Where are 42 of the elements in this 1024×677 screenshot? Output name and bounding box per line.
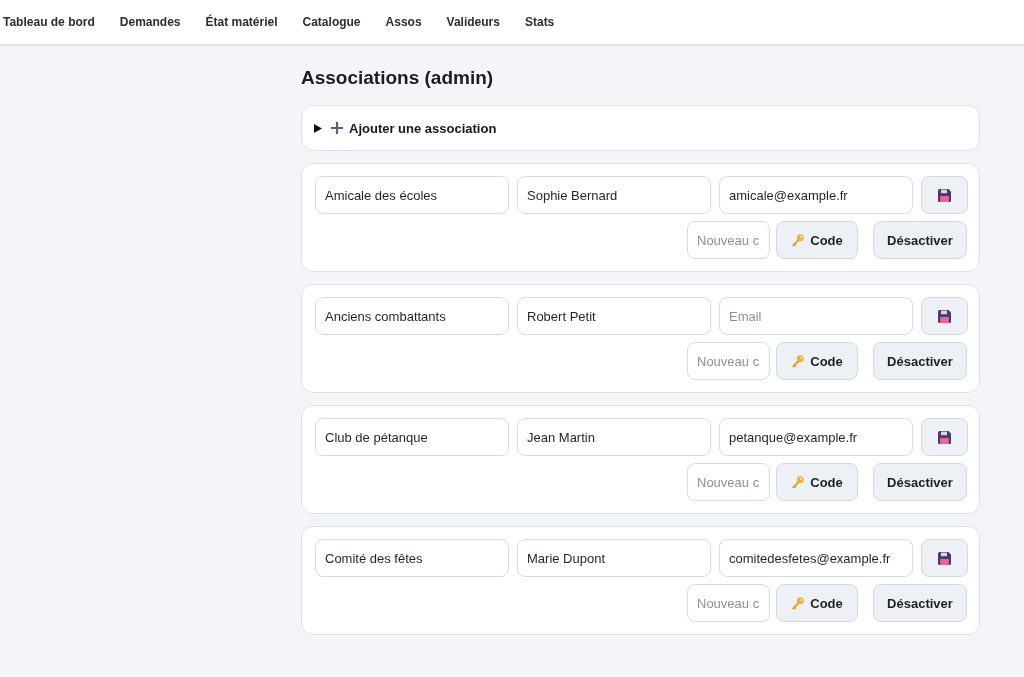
- plus-icon: [331, 122, 343, 134]
- deactivate-button[interactable]: Désactiver: [873, 463, 967, 501]
- key-icon: [791, 475, 805, 489]
- key-icon: [791, 233, 805, 247]
- page-title: Associations (admin): [301, 66, 495, 90]
- save-button[interactable]: [921, 297, 968, 335]
- save-button[interactable]: [921, 539, 968, 577]
- email-field[interactable]: amicale@example.fr: [719, 176, 913, 214]
- key-icon: [791, 354, 805, 368]
- code-field[interactable]: Nouveau c: [687, 342, 770, 380]
- deactivate-button[interactable]: Désactiver: [873, 221, 967, 259]
- nav-link[interactable]: Stats: [524, 15, 555, 29]
- contact-field[interactable]: Robert Petit: [517, 297, 711, 335]
- email-field[interactable]: Email: [719, 297, 913, 335]
- code-field[interactable]: Nouveau c: [687, 221, 770, 259]
- contact-field[interactable]: Jean Martin: [517, 418, 711, 456]
- key-icon: [791, 596, 805, 610]
- code-field[interactable]: Nouveau c: [687, 584, 770, 622]
- nav-link[interactable]: Demandes: [119, 15, 181, 29]
- name-field[interactable]: Amicale des écoles: [315, 176, 509, 214]
- email-field[interactable]: petanque@example.fr: [719, 418, 913, 456]
- code-button[interactable]: Code: [776, 221, 858, 259]
- deactivate-button[interactable]: Désactiver: [873, 342, 967, 380]
- contact-field[interactable]: Marie Dupont: [517, 539, 711, 577]
- nav-link[interactable]: Catalogue: [302, 15, 361, 29]
- name-field[interactable]: Club de pétanque: [315, 418, 509, 456]
- nav-link[interactable]: Tableau de bord: [3, 15, 95, 29]
- nav-link[interactable]: Assos: [385, 15, 422, 29]
- add-association-toggle[interactable]: Ajouter une association: [314, 106, 497, 150]
- deactivate-button[interactable]: Désactiver: [873, 584, 967, 622]
- nav-link[interactable]: État matériel: [205, 15, 278, 29]
- code-button[interactable]: Code: [776, 342, 858, 380]
- name-field[interactable]: Anciens combattants: [315, 297, 509, 335]
- contact-field[interactable]: Sophie Bernard: [517, 176, 711, 214]
- code-button[interactable]: Code: [776, 584, 858, 622]
- code-button[interactable]: Code: [776, 463, 858, 501]
- email-field[interactable]: comitedesfetes@example.fr: [719, 539, 913, 577]
- code-field[interactable]: Nouveau c: [687, 463, 770, 501]
- nav-link[interactable]: Valideurs: [446, 15, 500, 29]
- save-button[interactable]: [921, 176, 968, 214]
- name-field[interactable]: Comité des fêtes: [315, 539, 509, 577]
- save-button[interactable]: [921, 418, 968, 456]
